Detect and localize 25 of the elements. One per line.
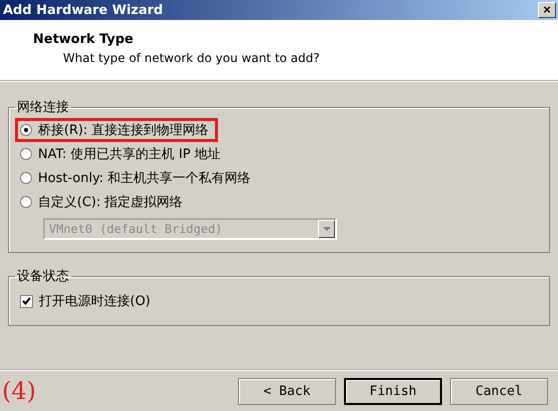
group-label: 网络连接 xyxy=(16,99,70,116)
page-title: Network Type xyxy=(33,32,134,47)
radio-option[interactable]: 桥接(R): 直接连接到物理网络 xyxy=(15,118,218,142)
option-label: 桥接(R): 直接连接到物理网络 xyxy=(38,122,209,139)
radio-icon[interactable] xyxy=(20,124,32,136)
page-subtitle: What type of network do you want to add? xyxy=(63,51,321,65)
radio-option[interactable]: Host-only: 和主机共享一个私有网络 xyxy=(15,166,260,190)
wizard-button[interactable]: Cancel xyxy=(450,378,548,404)
wizard-button[interactable]: < Back xyxy=(238,378,336,404)
radio-option[interactable]: NAT: 使用已共享的主机 IP 地址 xyxy=(15,142,230,166)
checkbox[interactable] xyxy=(20,294,33,308)
option-label: Host-only: 和主机共享一个私有网络 xyxy=(38,170,251,187)
step-annotation: (4) xyxy=(2,377,37,405)
radio-icon[interactable] xyxy=(20,196,32,208)
close-button[interactable]: × xyxy=(538,2,556,18)
option-label: NAT: 使用已共享的主机 IP 地址 xyxy=(38,146,221,163)
group-label: 设备状态 xyxy=(16,268,70,285)
checkbox-option[interactable]: 打开电源时连接(O) xyxy=(15,289,160,313)
radio-icon[interactable] xyxy=(20,148,32,160)
option-label: 自定义(C): 指定虚拟网络 xyxy=(38,194,183,211)
window-title: Add Hardware Wizard xyxy=(3,2,163,18)
radio-icon[interactable] xyxy=(20,172,32,184)
checkbox-label: 打开电源时连接(O) xyxy=(39,293,150,310)
wizard-button[interactable]: Finish xyxy=(344,378,442,404)
radio-option[interactable]: 自定义(C): 指定虚拟网络 xyxy=(15,190,192,214)
